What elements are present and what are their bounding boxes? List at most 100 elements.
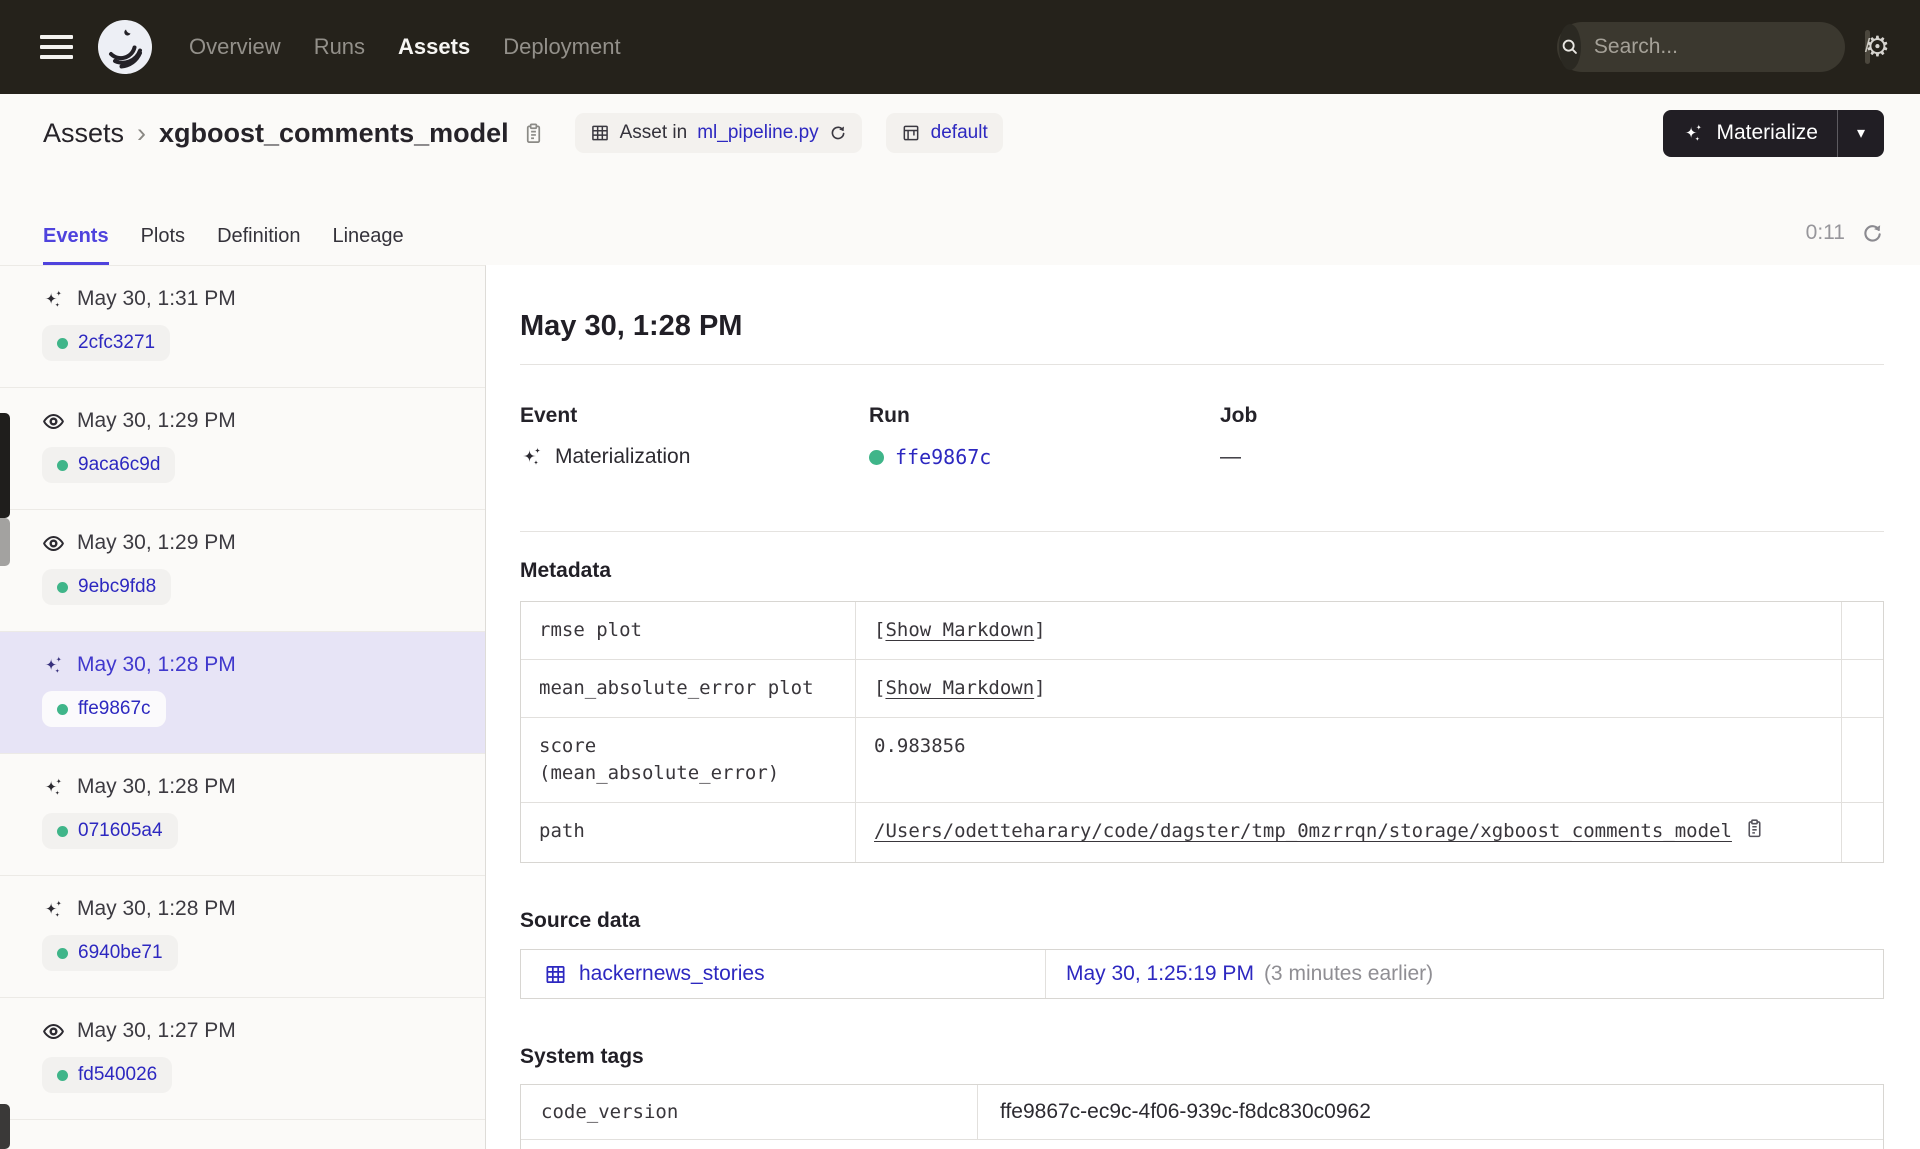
scrollbar-track[interactable] [0, 518, 10, 566]
event-list-item[interactable]: May 30, 1:28 PM 071605a4 [0, 754, 485, 876]
nav-item-assets[interactable]: Assets [398, 34, 470, 60]
event-list-item[interactable]: May 30, 1:31 PM 2cfc3271 [0, 266, 485, 388]
run-id-badge[interactable]: 071605a4 [42, 813, 178, 849]
reload-location-icon[interactable] [829, 124, 847, 142]
copy-path-icon[interactable] [1744, 818, 1765, 847]
primary-nav: Overview Runs Assets Deployment [189, 34, 621, 60]
run-id-link[interactable]: 071605a4 [78, 820, 163, 842]
run-id-badge[interactable]: 2cfc3271 [42, 325, 171, 361]
system-tags-heading: System tags [520, 1045, 644, 1068]
event-timestamp: May 30, 1:28 PM [77, 897, 236, 920]
search-input[interactable] [1580, 35, 1865, 59]
run-id-badge[interactable]: 9aca6c9d [42, 447, 176, 483]
event-timestamp: May 30, 1:27 PM [77, 1019, 236, 1042]
materialization-icon [44, 777, 62, 795]
run-id-link[interactable]: 9aca6c9d [78, 454, 160, 476]
run-status-dot [57, 947, 68, 959]
run-id-badge[interactable]: ffe9867c [42, 691, 166, 727]
event-timestamp: May 30, 1:29 PM [77, 409, 236, 432]
dagster-logo-icon[interactable] [97, 19, 153, 75]
gear-icon[interactable]: ⚙ [1865, 33, 1890, 61]
tab-definition[interactable]: Definition [217, 225, 300, 265]
event-list-item[interactable]: May 30, 1:29 PM 9ebc9fd8 [0, 510, 485, 632]
metadata-action-cell [1842, 660, 1883, 717]
job-icon [903, 125, 919, 141]
metadata-key: path [521, 803, 856, 862]
asset-tabs: Events Plots Definition Lineage [43, 225, 404, 265]
pipeline-file-link[interactable]: ml_pipeline.py [697, 122, 818, 144]
top-nav: Overview Runs Assets Deployment / ⚙ [0, 0, 1920, 94]
metadata-action-cell [1842, 602, 1883, 659]
run-id-link[interactable]: 9ebc9fd8 [78, 576, 156, 598]
run-id-link[interactable]: ffe9867c [895, 445, 991, 469]
tab-lineage[interactable]: Lineage [332, 225, 403, 265]
asset-tabs-bar: Events Plots Definition Lineage 0:11 [0, 172, 1920, 265]
run-status-dot [57, 459, 68, 471]
event-list-item[interactable]: May 30, 1:27 PM fd540026 [0, 998, 485, 1120]
run-id-badge[interactable]: 6940be71 [42, 935, 178, 971]
job-column-label: Job [1220, 404, 1258, 427]
source-asset-link[interactable]: hackernews_stories [579, 962, 765, 986]
asset-location-prefix: Asset in [619, 122, 688, 143]
tag-key: code_version [521, 1085, 978, 1139]
table-row: rmse plot [Show Markdown] [521, 602, 1883, 660]
event-list-item[interactable]: May 30, 1:29 PM 9aca6c9d [0, 388, 485, 510]
table-row: score (mean_absolute_error) 0.983856 [521, 718, 1883, 803]
tag-value: ffe9867c-ec9c-4f06-939c-f8dc830c0962 [1000, 1100, 1371, 1123]
event-timestamp: May 30, 1:28 PM [77, 775, 236, 798]
materialize-sparkle-icon [1685, 123, 1703, 141]
system-tags-table: code_version ffe9867c-ec9c-4f06-939c-f8d… [520, 1084, 1884, 1149]
nav-item-deployment[interactable]: Deployment [503, 34, 620, 60]
refresh-icon[interactable] [1861, 222, 1884, 245]
source-timestamp-link[interactable]: May 30, 1:25:19 PM [1066, 962, 1254, 986]
event-summary: Event Materialization Run ffe9867c Job — [520, 404, 1884, 469]
event-type-value: Materialization [555, 445, 691, 468]
breadcrumb-assets-link[interactable]: Assets [43, 118, 124, 149]
tab-plots[interactable]: Plots [141, 225, 185, 265]
show-markdown-link[interactable]: Show Markdown [885, 677, 1034, 699]
job-badge[interactable]: default [885, 113, 1003, 153]
run-status-dot [869, 449, 884, 465]
run-id-link[interactable]: fd540026 [78, 1064, 157, 1086]
nav-item-overview[interactable]: Overview [189, 34, 281, 60]
show-markdown-link[interactable]: Show Markdown [885, 619, 1034, 641]
storage-path-link[interactable]: /Users/odetteharary/code/dagster/tmp_0mz… [874, 818, 1732, 845]
observation-icon [43, 1023, 64, 1039]
table-row: mean_absolute_error plot [Show Markdown] [521, 660, 1883, 718]
run-status-dot [57, 825, 68, 837]
asset-location-badge[interactable]: Asset in ml_pipeline.py [574, 113, 862, 153]
event-list: May 30, 1:31 PM 2cfc3271 May 30, 1:29 PM… [0, 265, 486, 1149]
observation-icon [43, 535, 64, 551]
event-list-item[interactable]: May 30, 1:28 PM 6940be71 [0, 876, 485, 998]
tab-events[interactable]: Events [43, 225, 109, 265]
scrollbar-thumb[interactable] [0, 1104, 10, 1149]
run-column-label: Run [869, 404, 910, 427]
menu-icon[interactable] [40, 35, 73, 59]
materialize-button[interactable]: Materialize [1663, 110, 1837, 157]
metadata-action-cell [1842, 803, 1883, 862]
run-id-link[interactable]: ffe9867c [78, 698, 151, 720]
run-id-link[interactable]: 6940be71 [78, 942, 163, 964]
event-timestamp: May 30, 1:28 PM [77, 653, 236, 676]
job-default-link[interactable]: default [931, 122, 988, 144]
event-timestamp: May 30, 1:29 PM [77, 531, 236, 554]
copy-asset-name-icon[interactable] [522, 122, 545, 145]
event-timestamp: May 30, 1:31 PM [77, 287, 236, 310]
run-id-badge[interactable]: 9ebc9fd8 [42, 569, 172, 605]
materialize-dropdown-button[interactable]: ▾ [1838, 110, 1884, 157]
run-status-dot [57, 1069, 68, 1081]
search-bar[interactable]: / [1556, 22, 1871, 72]
asset-events-view: May 30, 1:31 PM 2cfc3271 May 30, 1:29 PM… [0, 265, 1920, 1149]
observation-icon [43, 413, 64, 429]
nav-item-runs[interactable]: Runs [314, 34, 365, 60]
metadata-key: mean_absolute_error plot [521, 660, 856, 717]
breadcrumb: Assets › xgboost_comments_model [43, 118, 545, 149]
source-data-heading: Source data [520, 909, 641, 932]
materialize-label: Materialize [1716, 121, 1818, 144]
metadata-heading: Metadata [520, 559, 612, 582]
run-id-link[interactable]: 2cfc3271 [78, 332, 155, 354]
event-list-item-selected[interactable]: May 30, 1:28 PM ffe9867c [0, 632, 485, 754]
scrollbar-thumb[interactable] [0, 413, 10, 518]
search-icon [1558, 24, 1581, 70]
run-id-badge[interactable]: fd540026 [42, 1057, 173, 1093]
